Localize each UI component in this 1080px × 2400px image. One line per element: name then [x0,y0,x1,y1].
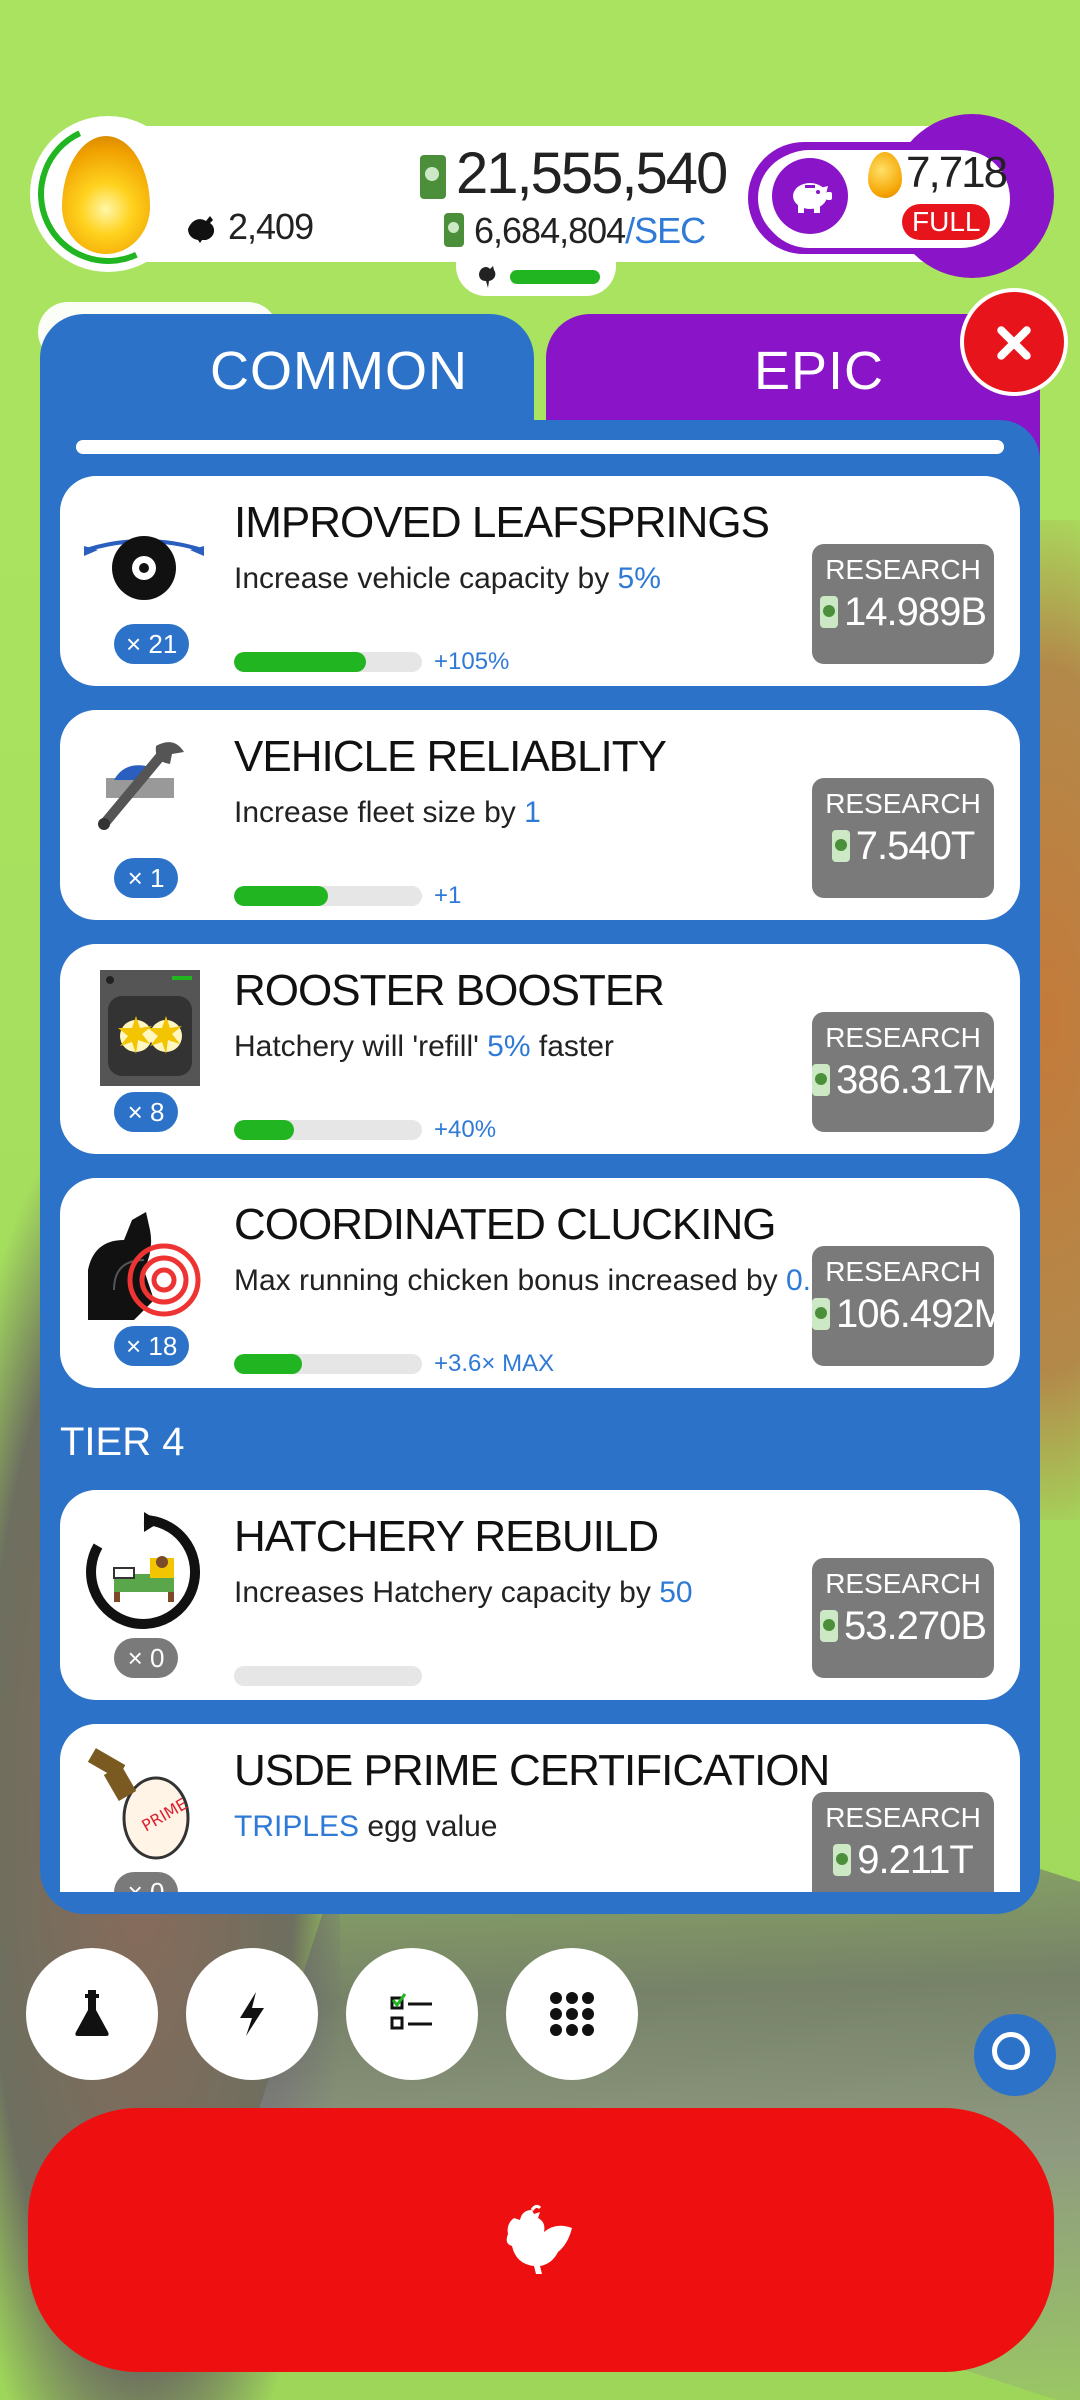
research-button[interactable]: RESEARCH 9.211T [812,1792,994,1892]
menu-button[interactable] [506,1948,638,2080]
flask-icon [75,1990,109,2036]
research-description: Max running chicken bonus increased by 0… [234,1264,845,1297]
research-description: Hatchery will 'refill' 5% faster [234,1030,614,1063]
research-cost: 14.989B [843,590,987,634]
level-badge: × 0 [114,1638,178,1678]
research-cost: 386.317M [836,1058,1007,1102]
level-badge: × 8 [114,1092,178,1132]
checklist-icon [390,1993,432,2030]
golden-egg-count: 7,718 [906,148,1008,197]
tab-common-label: COMMON [210,341,468,401]
progress-bar [234,1354,422,1374]
cash-icon [420,155,446,199]
research-lab-button[interactable] [26,1948,158,2080]
cash-icon [831,830,850,862]
research-card-improved-leafsprings: × 21 IMPROVED LEAFSPRINGS Increase vehic… [60,476,1020,686]
research-description: Increase fleet size by 1 [234,796,541,829]
golden-egg-icon [868,152,902,198]
research-title: COORDINATED CLUCKING [234,1200,776,1249]
research-button[interactable]: RESEARCH 106.492M [812,1246,1007,1366]
tab-epic-label: EPIC [754,341,885,401]
research-card-usde-prime-certification: PRIME × 0 USDE PRIME CERTIFICATION TRIPL… [60,1724,1020,1892]
research-title: VEHICLE RELIABLITY [234,732,667,781]
boost-button[interactable] [186,1948,318,2080]
chicken-count: 2,409 [186,206,314,248]
level-badge: × 1 [114,858,178,898]
research-card-hatchery-rebuild: × 0 HATCHERY REBUILD Increases Hatchery … [60,1490,1020,1700]
level-badge: × 18 [114,1326,190,1366]
research-cost: 106.492M [836,1292,1007,1336]
cash-icon [812,1064,830,1096]
piggy-bank-icon [793,183,832,213]
cash-icon [819,596,838,628]
scroll-indicator [76,440,1004,454]
research-cost: 9.211T [857,1838,974,1882]
cash-icon [819,1610,838,1642]
cash-total: 21,555,540 [420,140,728,207]
cash-rate-value: 6,684,804 [474,210,626,251]
research-card-vehicle-reliability: × 1 VEHICLE RELIABLITY Increase fleet si… [60,710,1020,920]
research-card-rooster-booster: × 8 ROOSTER BOOSTER Hatchery will 'refil… [60,944,1020,1154]
leafspring-wheel-icon [84,536,204,600]
progress-bar [234,1120,422,1140]
research-title: HATCHERY REBUILD [234,1512,659,1561]
research-button[interactable]: RESEARCH 53.270B [812,1558,994,1678]
research-description: Increase vehicle capacity by 5% [234,562,661,595]
chicken-signal-icon [88,1212,201,1320]
incubator-icon [100,970,200,1086]
research-title: IMPROVED LEAFSPRINGS [234,498,770,547]
research-list[interactable]: × 21 IMPROVED LEAFSPRINGS Increase vehic… [60,476,1020,1892]
bonus-text: +3.6× MAX [434,1350,555,1377]
progress-bar [234,1666,422,1686]
prime-stamp-egg-icon: PRIME [87,1748,191,1860]
grid-menu-icon [550,1992,594,2036]
research-button[interactable]: RESEARCH 386.317M [812,1012,1007,1132]
home-indicator-button[interactable] [974,2014,1056,2096]
chicken-icon [506,2204,572,2274]
running-chicken-icon [479,266,496,288]
cash-value: 21,555,540 [456,141,728,206]
research-button[interactable]: RESEARCH 14.989B [812,544,994,664]
hatchery-rebuild-icon [86,1512,201,1629]
tier-label: TIER 4 [60,1420,185,1464]
bonus-text: +105% [434,648,510,675]
chicken-count-value: 2,409 [228,206,314,247]
missions-button[interactable] [346,1948,478,2080]
running-chicken-bar [510,270,600,284]
progress-bar [234,652,422,672]
research-description: TRIPLES egg value [234,1810,498,1843]
chicken-silhouette-icon [188,216,215,243]
level-badge: × 21 [114,624,190,664]
progress-bar [234,886,422,906]
research-title: USDE PRIME CERTIFICATION [234,1746,830,1795]
research-cost: 53.270B [843,1604,987,1648]
research-title: ROOSTER BOOSTER [234,966,665,1015]
research-card-coordinated-clucking: × 18 COORDINATED CLUCKING Max running ch… [60,1178,1020,1388]
bonus-text: +40% [434,1116,497,1143]
research-description: Increases Hatchery capacity by 50 [234,1576,693,1609]
research-button[interactable]: RESEARCH 7.540T [812,778,994,898]
bonus-text: +1 [434,882,462,909]
lightning-icon [240,1992,264,2036]
cash-icon [833,1844,852,1876]
cash-rate-icon [444,213,464,247]
research-cost: 7.540T [855,824,976,868]
cash-rate: 6,684,804/SEC [444,210,706,252]
level-badge: × 0 [114,1872,178,1892]
piggy-bank-button[interactable] [772,158,848,234]
cash-rate-unit: /SEC [625,210,706,251]
close-button[interactable] [960,288,1068,396]
hatch-chicken-button[interactable] [28,2108,1054,2372]
piggy-full-badge: FULL [902,204,991,240]
cash-icon [812,1298,830,1330]
wrench-truck-icon [98,742,184,830]
